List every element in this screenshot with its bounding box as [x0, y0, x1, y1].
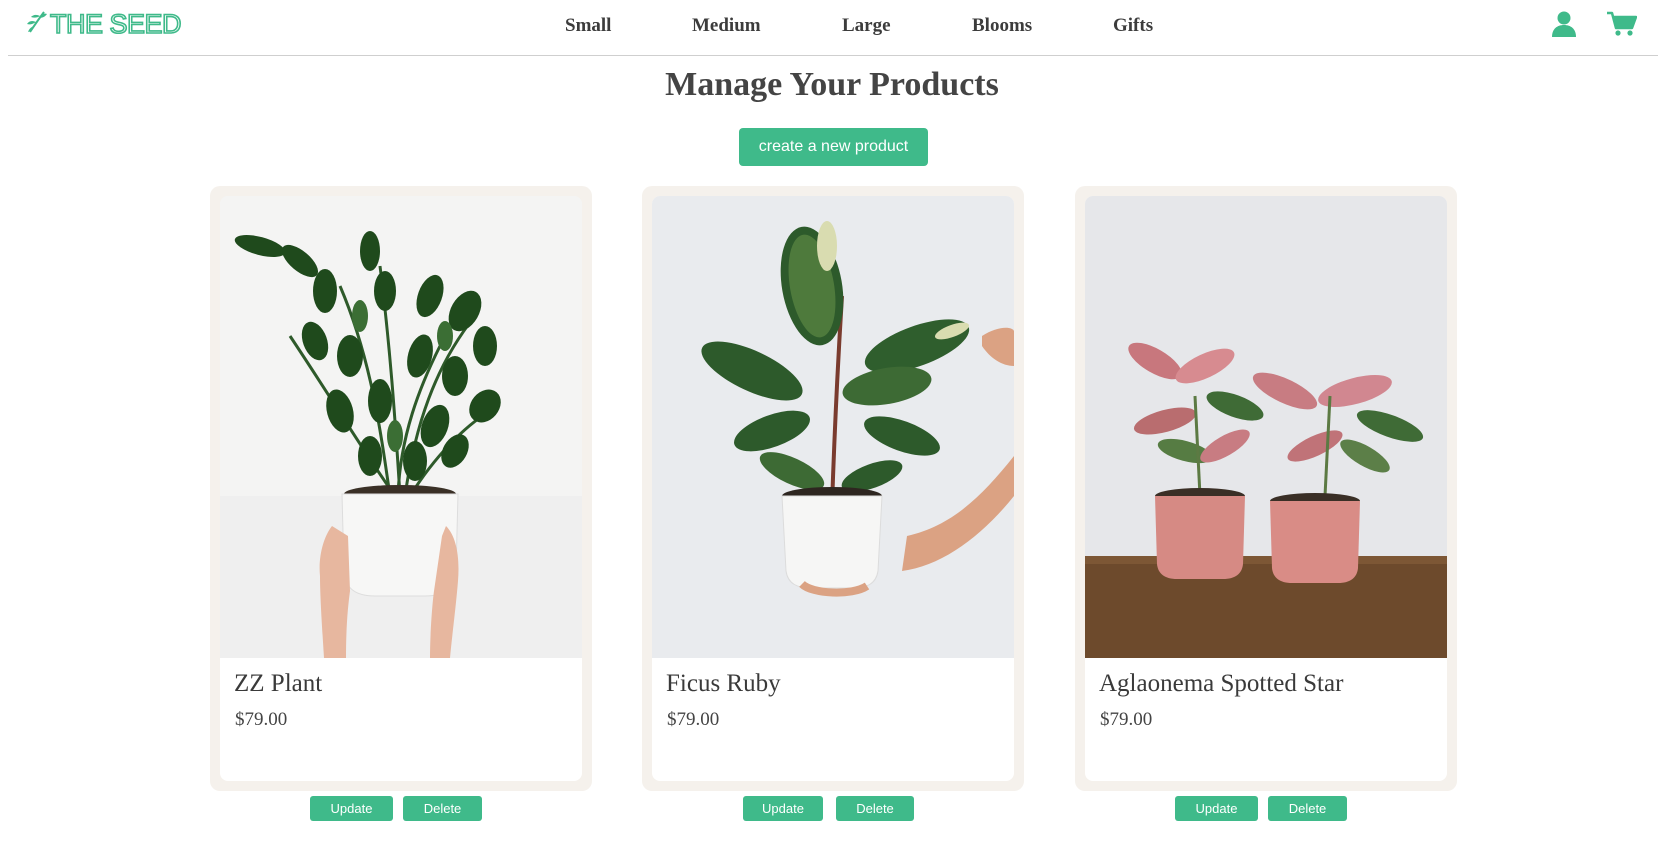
- user-icon[interactable]: [1552, 11, 1576, 37]
- product-card: ZZ Plant $79.00: [210, 186, 592, 791]
- product-card-body: Ficus Ruby $79.00: [652, 196, 1014, 781]
- update-button[interactable]: Update: [743, 796, 823, 821]
- product-image[interactable]: [220, 196, 582, 658]
- update-button[interactable]: Update: [1175, 796, 1258, 821]
- product-card: Ficus Ruby $79.00: [642, 186, 1024, 791]
- product-card-body: ZZ Plant $79.00: [220, 196, 582, 781]
- product-card: Aglaonema Spotted Star $79.00: [1075, 186, 1457, 791]
- nav-item-gifts[interactable]: Gifts: [1113, 15, 1153, 37]
- nav-item-blooms[interactable]: Blooms: [972, 15, 1032, 37]
- product-card-body: Aglaonema Spotted Star $79.00: [1085, 196, 1447, 781]
- product-image[interactable]: [1085, 196, 1447, 658]
- page-title: Manage Your Products: [665, 66, 999, 103]
- product-image[interactable]: [652, 196, 1014, 658]
- product-price: $79.00: [667, 709, 720, 730]
- nav-item-medium[interactable]: Medium: [692, 15, 761, 37]
- delete-button[interactable]: Delete: [1268, 796, 1347, 821]
- nav-item-large[interactable]: Large: [842, 15, 891, 37]
- product-price: $79.00: [1100, 709, 1153, 730]
- product-name: Ficus Ruby: [666, 670, 781, 697]
- product-name: Aglaonema Spotted Star: [1099, 670, 1344, 697]
- delete-button[interactable]: Delete: [836, 796, 914, 821]
- main-nav: Small Medium Large Blooms Gifts: [8, 15, 1658, 39]
- product-price: $79.00: [235, 709, 288, 730]
- delete-button[interactable]: Delete: [403, 796, 482, 821]
- site-header: THE SEED Small Medium Large Blooms Gifts: [8, 0, 1658, 56]
- product-name: ZZ Plant: [234, 670, 323, 697]
- nav-item-small[interactable]: Small: [565, 15, 611, 37]
- cart-icon[interactable]: [1607, 11, 1637, 37]
- update-button[interactable]: Update: [310, 796, 393, 821]
- create-product-button[interactable]: create a new product: [739, 128, 928, 166]
